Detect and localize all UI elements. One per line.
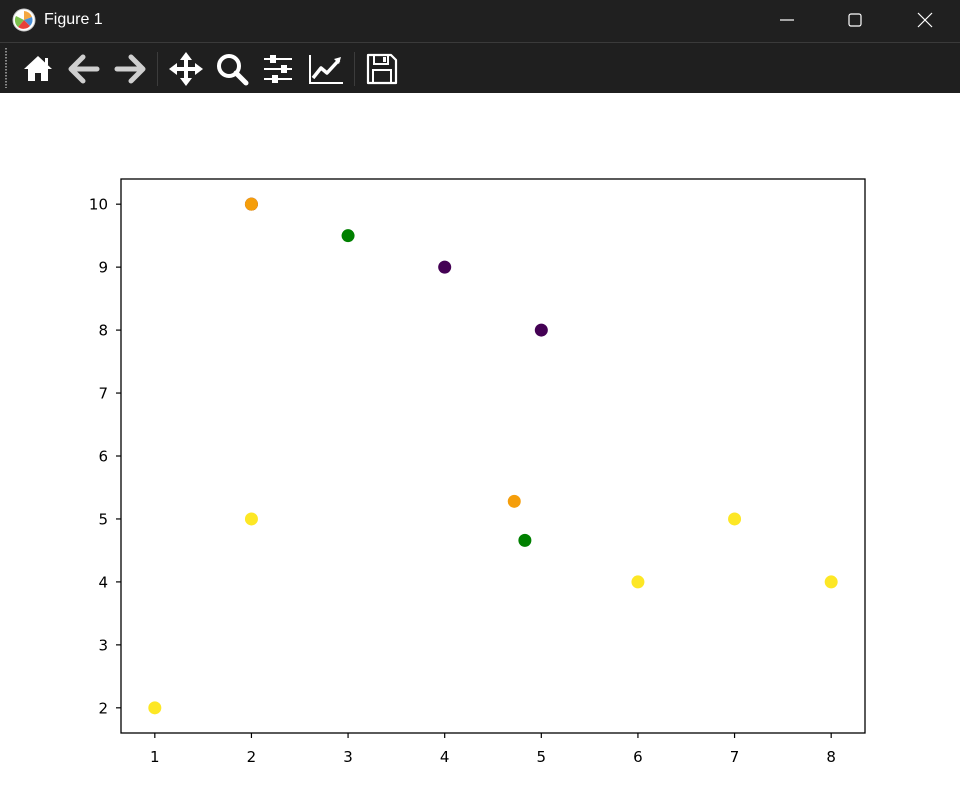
zoom-button[interactable] <box>214 51 250 87</box>
back-button[interactable] <box>66 51 102 87</box>
y-tick-label: 4 <box>98 573 108 591</box>
toolbar-separator <box>157 52 158 86</box>
figure-canvas[interactable]: 1 2 3 4 5 6 7 8 2 3 4 5 6 7 8 9 10 <box>0 93 960 810</box>
scatter-point <box>534 323 548 337</box>
toolbar-grip[interactable] <box>5 48 7 88</box>
y-tick-label: 2 <box>98 699 108 717</box>
toolbar-separator <box>354 52 355 86</box>
axes-frame <box>120 178 866 734</box>
scatter-point <box>244 512 258 526</box>
window-title: Figure 1 <box>44 11 103 28</box>
x-tick-label: 6 <box>633 748 643 766</box>
x-tick-label: 3 <box>343 748 353 766</box>
scatter-plot[interactable]: 1 2 3 4 5 6 7 8 2 3 4 5 6 7 8 9 10 <box>0 93 960 810</box>
home-icon <box>24 56 52 81</box>
arrow-left-icon <box>68 54 100 84</box>
y-axis: 2 3 4 5 6 7 8 9 10 <box>89 196 121 717</box>
title-bar[interactable]: Figure 1 <box>0 0 960 42</box>
line-chart-icon <box>309 55 343 84</box>
scatter-point <box>148 701 162 715</box>
scatter-point <box>438 260 452 274</box>
scatter-point <box>824 575 838 589</box>
y-tick-label: 3 <box>98 636 108 654</box>
y-tick-label: 7 <box>98 385 108 403</box>
magnifier-icon <box>217 54 249 86</box>
x-tick-label: 7 <box>730 748 740 766</box>
forward-button[interactable] <box>112 51 148 87</box>
matplotlib-logo-icon <box>12 8 36 32</box>
scatter-point <box>518 533 532 547</box>
close-button[interactable] <box>892 0 958 42</box>
x-tick-label: 1 <box>150 748 160 766</box>
arrow-right-icon <box>114 54 146 84</box>
x-tick-label: 8 <box>826 748 836 766</box>
x-tick-label: 2 <box>247 748 257 766</box>
minimize-button[interactable] <box>754 0 820 42</box>
y-tick-label: 8 <box>98 322 108 340</box>
move-icon <box>169 52 203 86</box>
y-tick-label: 5 <box>98 510 108 528</box>
y-tick-label: 10 <box>89 196 108 214</box>
data-points <box>148 197 838 715</box>
scatter-point <box>631 575 645 589</box>
x-axis: 1 2 3 4 5 6 7 8 <box>150 733 836 766</box>
configure-subplots-button[interactable] <box>260 51 296 87</box>
scatter-point <box>341 229 355 243</box>
save-button[interactable] <box>364 51 400 87</box>
minimize-icon <box>780 19 794 21</box>
sliders-icon <box>264 55 292 83</box>
close-icon <box>917 12 933 28</box>
home-button[interactable] <box>20 51 56 87</box>
scatter-point <box>507 494 521 508</box>
y-tick-label: 6 <box>98 448 108 466</box>
y-tick-label: 9 <box>98 259 108 277</box>
maximize-icon <box>848 13 862 27</box>
navigation-toolbar <box>0 42 960 94</box>
scatter-point <box>244 197 258 211</box>
edit-axis-button[interactable] <box>308 51 344 87</box>
x-tick-label: 5 <box>537 748 547 766</box>
maximize-button[interactable] <box>822 0 888 42</box>
scatter-point <box>728 512 742 526</box>
figure-window: Figure 1 1 2 3 4 5 6 7 8 2 3 4 5 6 7 8 9… <box>0 0 960 810</box>
pan-button[interactable] <box>168 51 204 87</box>
floppy-disk-icon <box>366 53 398 85</box>
x-tick-label: 4 <box>440 748 450 766</box>
